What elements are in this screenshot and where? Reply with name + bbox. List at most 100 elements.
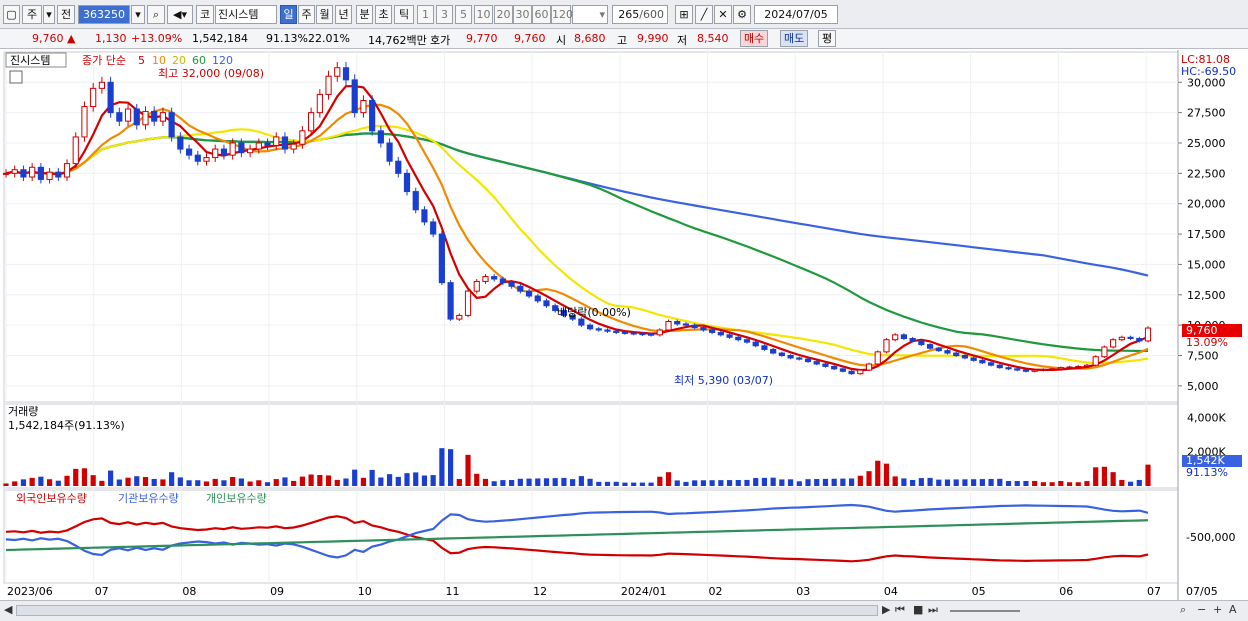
zoom-out-icon[interactable]: − <box>1197 603 1206 616</box>
tab-second[interactable]: 초 <box>375 5 392 24</box>
interval-30[interactable]: 30 <box>513 5 532 24</box>
interval-3[interactable]: 3 <box>436 5 453 24</box>
candle-body <box>421 209 428 223</box>
tab-week[interactable]: 주 <box>298 5 315 24</box>
legend-ma120: 120 <box>212 54 233 67</box>
zoom-slider[interactable] <box>950 610 1020 612</box>
volume-bar <box>491 481 497 486</box>
date-input[interactable]: 2024/07/05 <box>754 5 838 24</box>
buy-button[interactable]: 매수 <box>740 30 769 47</box>
candle-body <box>55 171 62 178</box>
volume-bar <box>604 481 611 486</box>
volume-bar <box>1005 481 1012 486</box>
speaker-icon[interactable]: ◀▾ <box>167 5 193 24</box>
rewind-icon[interactable]: ⏮ <box>895 603 905 617</box>
volume-bar <box>160 479 166 486</box>
candle-type-icon[interactable]: ⊞ <box>675 5 693 24</box>
volume-bar <box>805 479 811 486</box>
volume-bar <box>212 478 218 486</box>
draw-line-icon[interactable]: ╱ <box>695 5 713 24</box>
candle-body <box>1022 369 1030 372</box>
interval-120[interactable]: 120 <box>551 5 573 24</box>
low-annotation: 최저 5,390 (03/07) <box>674 374 773 387</box>
chevron-down-icon[interactable]: ▾ <box>43 5 55 24</box>
volume-bar <box>709 480 715 486</box>
volume-bar <box>561 477 567 486</box>
zoom-icon[interactable]: ⌕ <box>1180 603 1186 617</box>
volume-bar <box>1075 482 1081 486</box>
stock-name-field[interactable]: 진시스템 <box>215 5 277 24</box>
tab-day[interactable]: 일 <box>280 5 297 24</box>
volume-bar <box>1014 481 1020 486</box>
volume-bar <box>203 481 210 486</box>
volume-bar <box>447 449 454 486</box>
market-type[interactable]: 코 <box>196 5 214 24</box>
candle-body <box>72 136 79 165</box>
candle-body <box>438 233 445 284</box>
interval-10[interactable]: 10 <box>474 5 493 24</box>
volume-bar <box>230 477 236 486</box>
tab-year[interactable]: 년 <box>335 5 352 24</box>
volume-bar <box>256 480 262 486</box>
auto-scale-icon[interactable]: A <box>1229 603 1237 616</box>
interval-custom-input[interactable]: ▾ <box>572 5 608 24</box>
candle-body <box>979 359 986 364</box>
sell-button[interactable]: 매도 <box>780 30 809 47</box>
stock-code-input[interactable]: 363250 <box>78 5 130 24</box>
legend-ma5: 5 <box>138 54 145 67</box>
tab-month[interactable]: 월 <box>316 5 333 24</box>
scroll-left-icon[interactable]: ◀ <box>4 603 12 616</box>
chevron-down-icon[interactable]: ▾ <box>131 5 145 24</box>
x-tick-label: 05 <box>972 585 986 598</box>
volume-y-tick: 4,000K <box>1187 411 1226 424</box>
change-arrow: ▲ <box>67 32 76 45</box>
count-input[interactable]: 265/600 <box>612 5 668 24</box>
zoom-in-icon[interactable]: + <box>1213 603 1222 616</box>
forward-icon[interactable]: ⏭ <box>928 603 938 617</box>
volume-bar <box>1066 482 1073 486</box>
bottom-scroll-bar: ◀ ▶ ⏮ ■ ⏭ ⌕ − + A <box>0 600 1248 621</box>
prev-label[interactable]: 전 <box>57 5 75 24</box>
candle-body <box>691 324 698 329</box>
volume-bar <box>247 481 253 486</box>
interval-20[interactable]: 20 <box>494 5 513 24</box>
volume-bar <box>3 483 9 486</box>
stop-icon[interactable]: ■ <box>913 603 923 616</box>
y-tick-label: 17,500 <box>1187 228 1226 241</box>
candle-body <box>909 338 916 342</box>
clear-icon[interactable]: ✕ <box>714 5 732 24</box>
volume-bar <box>901 478 907 486</box>
candle-body <box>412 191 419 211</box>
period-select[interactable]: 주 <box>22 5 42 24</box>
hc-label: HC:-69.50 <box>1181 65 1236 78</box>
interval-5[interactable]: 5 <box>455 5 472 24</box>
volume-bar <box>910 479 916 486</box>
candle-body <box>360 100 367 114</box>
horizontal-scrollbar[interactable] <box>16 605 878 616</box>
volume-bar <box>404 473 410 486</box>
tab-tick[interactable]: 틱 <box>394 5 414 24</box>
candle-body <box>342 67 350 81</box>
candle-body <box>238 142 245 154</box>
interval-1[interactable]: 1 <box>417 5 434 24</box>
search-icon[interactable]: ⌕ <box>147 5 165 24</box>
table-toggle-icon[interactable] <box>9 70 23 84</box>
stock-chart[interactable]: 30,000 27,500 25,000 22,500 20,000 17,500 15,0… <box>0 50 1248 600</box>
volume-bar <box>875 460 881 486</box>
volume-bar <box>962 479 968 486</box>
candle-body <box>1005 367 1012 370</box>
play-icon[interactable]: ▶ <box>882 603 890 616</box>
gear-icon[interactable]: ⚙ <box>733 5 751 24</box>
volume-bar <box>657 476 663 486</box>
volume-label: 거래량 <box>8 405 38 418</box>
volume-bar <box>1049 482 1055 486</box>
window-menu-icon[interactable]: ▢ <box>3 5 20 24</box>
volume-bar <box>378 477 384 486</box>
avg-button[interactable]: 평 <box>818 30 837 47</box>
ask-price-1: 9,770 <box>466 32 498 45</box>
candle-body <box>403 172 411 193</box>
volume-bar <box>221 480 227 486</box>
interval-60[interactable]: 60 <box>532 5 551 24</box>
volume-bar <box>151 478 157 486</box>
tab-minute[interactable]: 분 <box>356 5 373 24</box>
